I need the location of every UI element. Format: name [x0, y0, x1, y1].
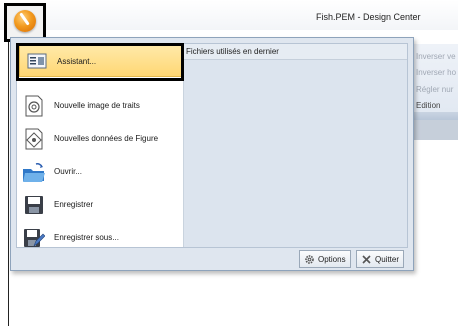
window-title-bar: Fish.PEM - Design Center: [0, 0, 458, 30]
new-line-image-icon: [21, 93, 47, 119]
close-icon: [362, 254, 371, 264]
options-label: Options: [318, 254, 346, 264]
menu-commands: Assistant... Nouvelle image de traits No…: [17, 44, 183, 247]
menu-item-label: Enregistrer sous...: [54, 233, 119, 242]
menu-footer: Options Quitter: [16, 250, 408, 270]
window-border: [8, 30, 9, 326]
menu-item-label: Assistant...: [57, 56, 97, 66]
menu-item-save[interactable]: Enregistrer: [17, 188, 183, 221]
menu-content: Assistant... Nouvelle image de traits No…: [16, 43, 408, 248]
menu-item-open[interactable]: Ouvrir...: [17, 155, 183, 188]
quit-label: Quitter: [375, 254, 400, 264]
window-title: Fish.PEM - Design Center: [316, 12, 421, 22]
menu-item-label: Nouvelles données de Figure: [54, 134, 159, 143]
quit-button[interactable]: Quitter: [356, 250, 405, 268]
recent-files-panel: Fichiers utilisés en dernier: [184, 44, 407, 247]
app-orb-icon: [14, 10, 36, 32]
new-figure-data-icon: [21, 126, 47, 152]
application-menu: Assistant... Nouvelle image de traits No…: [10, 37, 414, 271]
gear-icon: [305, 254, 314, 264]
options-button[interactable]: Options: [299, 250, 351, 268]
menu-item-new-figure-data[interactable]: Nouvelles données de Figure: [17, 122, 183, 155]
recent-files-header: Fichiers utilisés en dernier: [184, 44, 407, 60]
menu-item-label: Enregistrer: [54, 200, 94, 209]
ribbon-item-flip-vertical[interactable]: Inverser ve: [416, 52, 456, 61]
menu-item-label: Nouvelle image de traits: [54, 101, 140, 110]
ribbon-item-set-number[interactable]: Régler nur: [416, 85, 453, 94]
ribbon-item-flip-horizontal[interactable]: Inverser ho: [416, 68, 456, 77]
menu-item-wizard[interactable]: Assistant...: [19, 45, 183, 77]
save-as-icon: [21, 225, 47, 251]
open-folder-icon: [21, 159, 47, 185]
needle-icon: [19, 12, 30, 26]
ribbon-separator: [410, 112, 458, 120]
menu-item-label: Ouvrir...: [54, 167, 83, 176]
wizard-icon: [24, 48, 50, 74]
menu-item-new-line-image[interactable]: Nouvelle image de traits: [17, 89, 183, 122]
save-icon: [21, 192, 47, 218]
ribbon-group-label: Edition: [416, 101, 441, 110]
ribbon-shadow: [410, 120, 458, 140]
